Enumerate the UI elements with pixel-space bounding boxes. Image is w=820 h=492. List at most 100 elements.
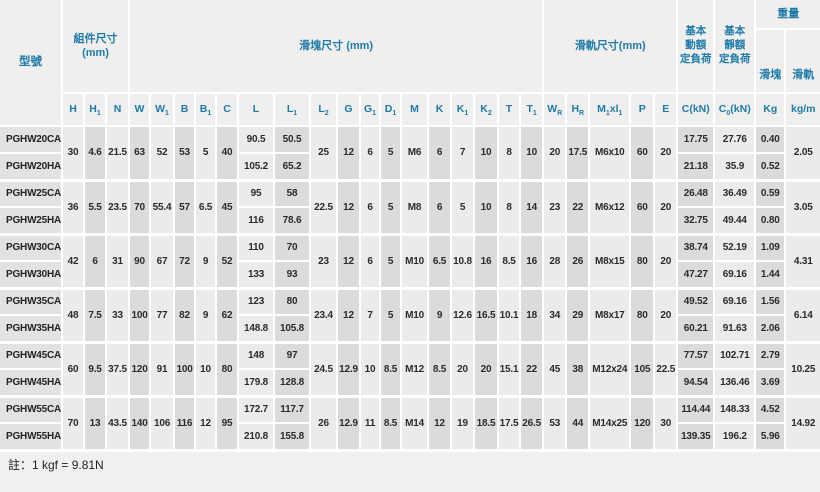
cell-H: 30 <box>62 126 84 180</box>
cell-B: 82 <box>174 288 195 342</box>
cell-kgm: 6.14 <box>785 288 820 342</box>
cell-Kg: 1.09 <box>755 234 785 261</box>
cell-D1: 5 <box>380 288 401 342</box>
cell-B1: 5 <box>195 126 216 180</box>
group-header-assembly-dimensions: 組件尺寸(mm) <box>62 0 129 93</box>
sub-header-weight-rail: 滑軌 <box>785 29 820 93</box>
cell-CkN: 114.44 <box>677 396 714 423</box>
model-PGHW30HA: PGHW30HA <box>0 261 62 288</box>
cell-W1: 77 <box>150 288 174 342</box>
cell-T1: 14 <box>520 180 543 234</box>
cell-Kg: 3.69 <box>755 369 785 396</box>
cell-T1: 22 <box>520 342 543 396</box>
cell-K2: 10 <box>474 126 498 180</box>
cell-C0kN: 27.76 <box>714 126 755 153</box>
cell-C0kN: 196.2 <box>714 423 755 450</box>
cell-T1: 10 <box>520 126 543 180</box>
cell-kgm: 4.31 <box>785 234 820 288</box>
cell-CkN: 77.57 <box>677 342 714 369</box>
cell-WR: 28 <box>543 234 566 288</box>
column-header-L2: L2 <box>310 93 337 126</box>
cell-WR: 23 <box>543 180 566 234</box>
cell-K2: 16.5 <box>474 288 498 342</box>
cell-CkN: 94.54 <box>677 369 714 396</box>
cell-K2: 20 <box>474 342 498 396</box>
cell-C0kN: 69.16 <box>714 261 755 288</box>
column-header-M1xl1: M1xl1 <box>589 93 630 126</box>
pghw-spec-sheet: 型號 組件尺寸(mm) 滑塊尺寸 (mm) 滑軌尺寸(mm) 基本動額定負荷 基… <box>0 0 820 492</box>
cell-B: 72 <box>174 234 195 288</box>
model-PGHW45CA: PGHW45CA <box>0 342 62 369</box>
footnote: 註：1 kgf = 9.81N <box>0 452 820 477</box>
column-header-C0kN: C0(kN) <box>714 93 755 126</box>
cell-M: M6 <box>401 126 428 180</box>
column-header-B1: B1 <box>195 93 216 126</box>
cell-B: 100 <box>174 342 195 396</box>
cell-H: 70 <box>62 396 84 450</box>
cell-M1xl1: M6x10 <box>589 126 630 180</box>
cell-G: 12 <box>337 288 360 342</box>
cell-C0kN: 49.44 <box>714 207 755 234</box>
column-header-B: B <box>174 93 195 126</box>
cell-N: 33 <box>106 288 129 342</box>
cell-L: 110 <box>238 234 274 261</box>
cell-K2: 16 <box>474 234 498 288</box>
column-header-model: 型號 <box>0 0 62 126</box>
cell-L1: 80 <box>274 288 310 315</box>
column-header-K: K <box>428 93 451 126</box>
cell-Kg: 0.80 <box>755 207 785 234</box>
cell-K: 6 <box>428 180 451 234</box>
column-header-W: W <box>129 93 150 126</box>
cell-C0kN: 69.16 <box>714 288 755 315</box>
cell-W: 140 <box>129 396 150 450</box>
cell-C: 62 <box>216 288 238 342</box>
column-header-T1: T1 <box>520 93 543 126</box>
cell-K1: 20 <box>451 342 474 396</box>
cell-N: 31 <box>106 234 129 288</box>
cell-C0kN: 102.71 <box>714 342 755 369</box>
cell-Kg: 1.56 <box>755 288 785 315</box>
cell-K: 6.5 <box>428 234 451 288</box>
cell-G1: 6 <box>360 126 380 180</box>
cell-M1xl1: M14x25 <box>589 396 630 450</box>
sub-header-weight-block: 滑塊 <box>755 29 785 93</box>
cell-M: M14 <box>401 396 428 450</box>
cell-C: 80 <box>216 342 238 396</box>
cell-W: 120 <box>129 342 150 396</box>
cell-CkN: 49.52 <box>677 288 714 315</box>
cell-L2: 22.5 <box>310 180 337 234</box>
cell-L1: 58 <box>274 180 310 207</box>
cell-H1: 5.5 <box>84 180 106 234</box>
cell-B1: 9 <box>195 234 216 288</box>
cell-HR: 29 <box>566 288 589 342</box>
cell-W1: 67 <box>150 234 174 288</box>
cell-HR: 44 <box>566 396 589 450</box>
cell-Kg: 1.44 <box>755 261 785 288</box>
cell-L: 90.5 <box>238 126 274 153</box>
column-header-W1: W1 <box>150 93 174 126</box>
cell-K: 9 <box>428 288 451 342</box>
group-header-rail-dimensions: 滑軌尺寸(mm) <box>543 0 677 93</box>
model-PGHW30CA: PGHW30CA <box>0 234 62 261</box>
cell-K1: 5 <box>451 180 474 234</box>
cell-L1: 78.6 <box>274 207 310 234</box>
cell-HR: 17.5 <box>566 126 589 180</box>
cell-B1: 10 <box>195 342 216 396</box>
cell-B: 53 <box>174 126 195 180</box>
cell-K1: 7 <box>451 126 474 180</box>
cell-L1: 155.8 <box>274 423 310 450</box>
cell-G: 12 <box>337 180 360 234</box>
cell-H1: 6 <box>84 234 106 288</box>
cell-G: 12 <box>337 234 360 288</box>
model-PGHW25HA: PGHW25HA <box>0 207 62 234</box>
cell-kgm: 14.92 <box>785 396 820 450</box>
cell-L: 148 <box>238 342 274 369</box>
cell-G: 12.9 <box>337 342 360 396</box>
cell-L1: 70 <box>274 234 310 261</box>
cell-P: 120 <box>630 396 654 450</box>
cell-H: 42 <box>62 234 84 288</box>
group-header-dynamic-load: 基本動額定負荷 <box>677 0 714 93</box>
cell-Kg: 2.79 <box>755 342 785 369</box>
cell-T1: 16 <box>520 234 543 288</box>
cell-G1: 11 <box>360 396 380 450</box>
